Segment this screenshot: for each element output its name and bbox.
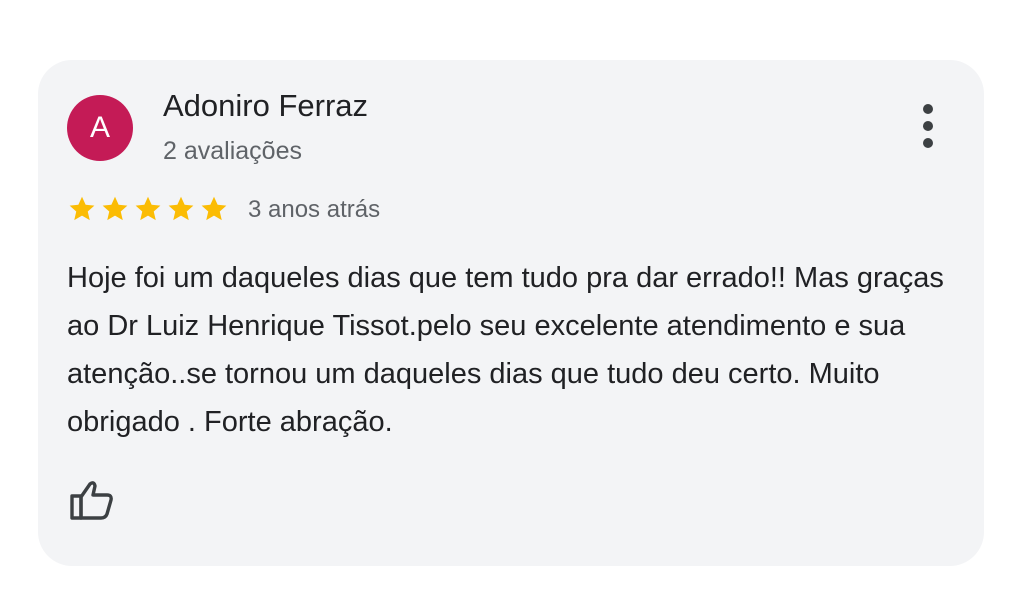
more-options-button[interactable] (914, 104, 942, 150)
review-card: A Adoniro Ferraz 2 avaliações 3 anos atr… (38, 60, 984, 566)
star-icon (135, 196, 161, 221)
star-icon (201, 196, 227, 221)
avatar[interactable]: A (67, 95, 133, 161)
review-count: 2 avaliações (163, 137, 302, 165)
star-icon (69, 196, 95, 221)
review-date: 3 anos atrás (248, 196, 381, 223)
star-rating (67, 194, 229, 224)
thumbs-up-icon (70, 481, 113, 520)
star-icon (168, 196, 194, 221)
star-icon (102, 196, 128, 221)
review-text: Hoje foi um daqueles dias que tem tudo p… (67, 262, 944, 438)
author-name[interactable]: Adoniro Ferraz (163, 88, 368, 124)
like-button[interactable] (68, 476, 116, 524)
